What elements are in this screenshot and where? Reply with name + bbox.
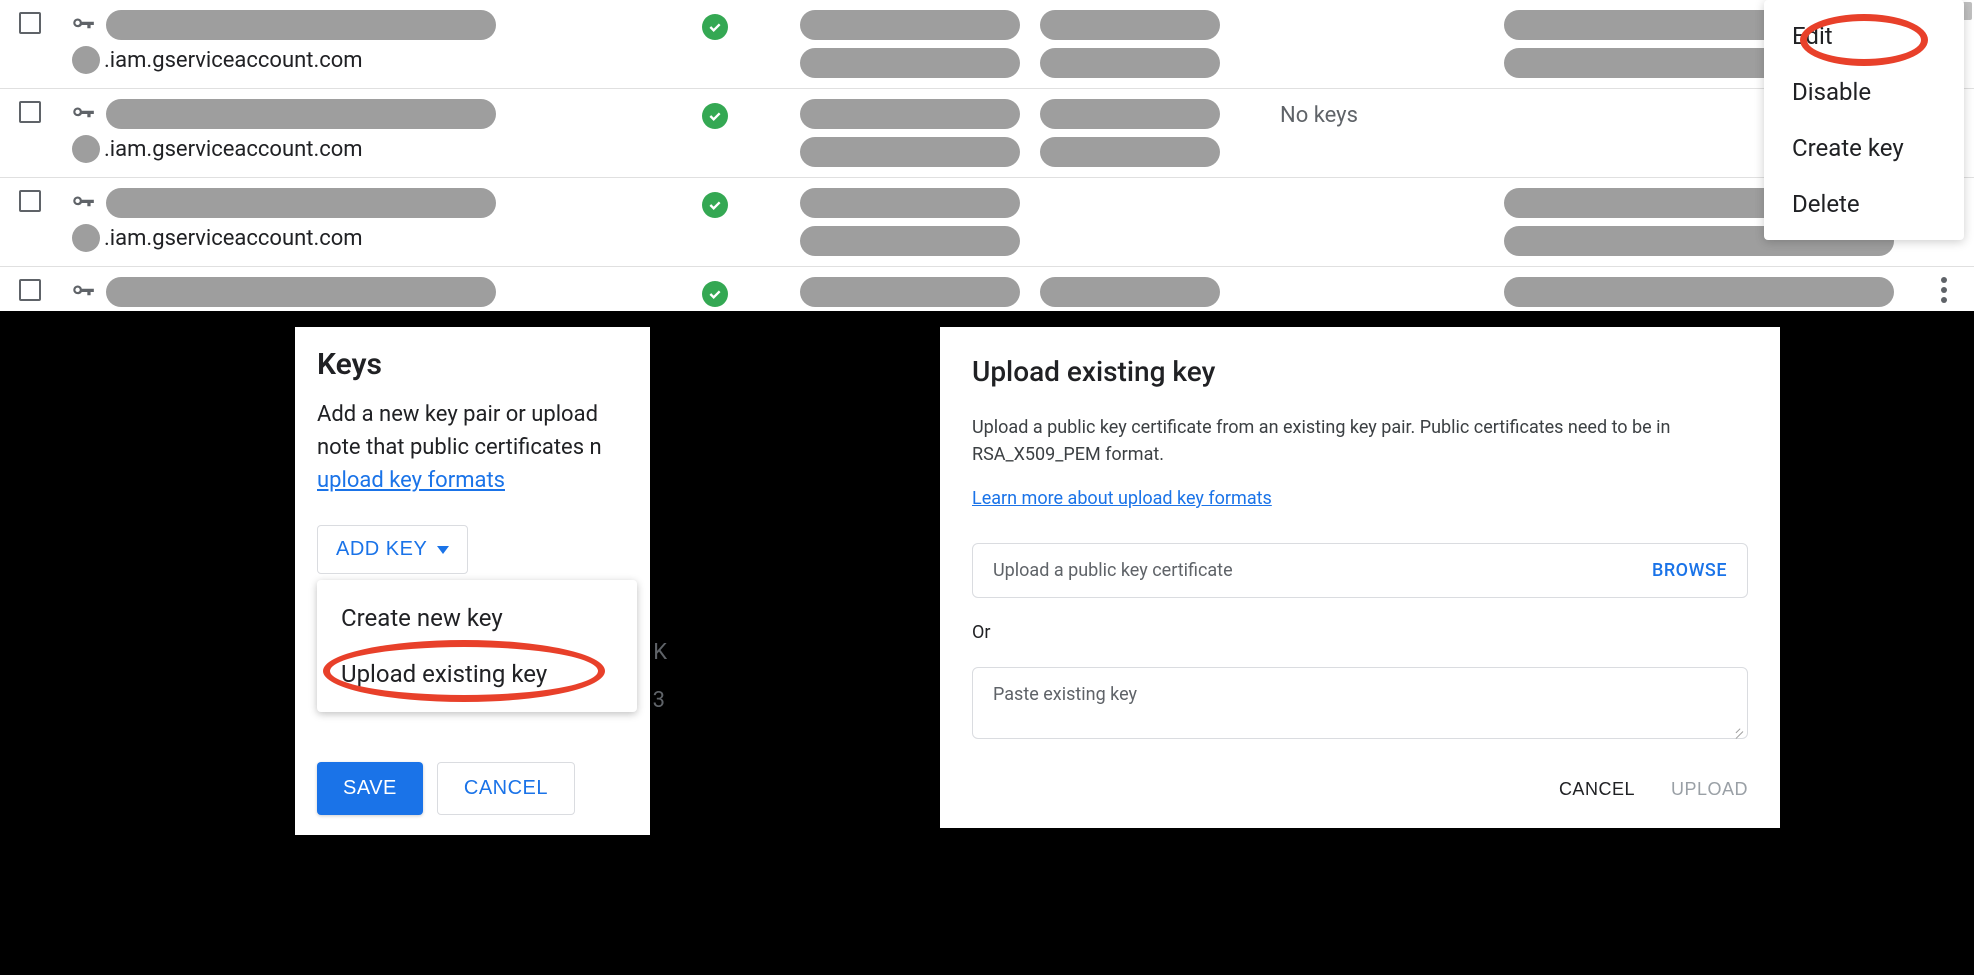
row-checkbox[interactable] (19, 12, 41, 34)
redacted-prefix (72, 135, 100, 163)
upload-certificate-field[interactable]: Upload a public key certificate BROWSE (972, 543, 1748, 598)
redacted-cell (1040, 137, 1220, 167)
row-checkbox[interactable] (19, 279, 41, 301)
add-key-button[interactable]: ADD KEY (317, 525, 468, 574)
save-button[interactable]: SAVE (317, 762, 423, 815)
table-row (0, 267, 1974, 311)
redacted-name (106, 10, 496, 40)
paste-placeholder: Paste existing key (993, 684, 1137, 705)
keys-cell (1230, 188, 1494, 192)
redacted-cell (800, 188, 1020, 218)
menu-item-disable[interactable]: Disable (1764, 64, 1964, 120)
add-key-label: ADD KEY (336, 538, 427, 561)
dialog-cancel-button[interactable]: CANCEL (1559, 779, 1635, 800)
table-row: .iam.gserviceaccount.com No keys (0, 89, 1974, 178)
dropdown-triangle-icon (437, 546, 449, 554)
redacted-name (106, 99, 496, 129)
upload-key-formats-link[interactable]: upload key formats (317, 468, 505, 493)
paste-existing-key-textarea[interactable]: Paste existing key (972, 667, 1748, 739)
keys-cell (1230, 277, 1494, 281)
upload-existing-key-dialog: Upload existing key Upload a public key … (940, 327, 1780, 828)
service-accounts-table: .iam.gserviceaccount.com .iam.gser (0, 0, 1974, 311)
resize-handle-icon[interactable] (1731, 722, 1743, 734)
menu-item-delete[interactable]: Delete (1764, 176, 1964, 232)
redacted-name (106, 188, 496, 218)
browse-button[interactable]: BROWSE (1652, 560, 1727, 581)
service-account-icon (70, 193, 96, 213)
menu-item-create-key[interactable]: Create key (1764, 120, 1964, 176)
email-suffix: .iam.gserviceaccount.com (104, 226, 363, 251)
upload-placeholder: Upload a public key certificate (993, 560, 1233, 581)
service-account-icon (70, 282, 96, 302)
status-enabled-icon (702, 14, 728, 40)
add-key-dropdown: K 3 Create new key Upload existing key (317, 580, 637, 712)
redacted-name (106, 277, 496, 307)
table-row: .iam.gserviceaccount.com (0, 178, 1974, 267)
row-context-menu: Edit Disable Create key Delete (1764, 0, 1964, 240)
dialog-upload-button[interactable]: UPLOAD (1671, 779, 1748, 800)
obscured-text: 3 (653, 688, 665, 713)
email-suffix: .iam.gserviceaccount.com (104, 137, 363, 162)
dialog-title: Upload existing key (972, 355, 1748, 388)
redacted-cell (800, 137, 1020, 167)
status-enabled-icon (702, 192, 728, 218)
redacted-cell (800, 48, 1020, 78)
redacted-prefix (72, 224, 100, 252)
redacted-prefix (72, 46, 100, 74)
keys-cell (1230, 10, 1494, 14)
redacted-cell (800, 226, 1020, 256)
redacted-cell (1040, 48, 1220, 78)
redacted-cell (1040, 99, 1220, 129)
cancel-button[interactable]: CANCEL (437, 762, 575, 815)
keys-panel: Keys Add a new key pair or upload note t… (295, 327, 650, 835)
learn-more-link[interactable]: Learn more about upload key formats (972, 488, 1272, 509)
or-separator: Or (972, 622, 1748, 643)
email-suffix: .iam.gserviceaccount.com (104, 48, 363, 73)
menu-item-label: Edit (1792, 22, 1833, 50)
keys-cell: No keys (1230, 99, 1494, 128)
redacted-cell (800, 10, 1020, 40)
service-account-icon (70, 104, 96, 124)
dialog-description: Upload a public key certificate from an … (972, 414, 1748, 468)
row-checkbox[interactable] (19, 101, 41, 123)
redacted-cell (1040, 277, 1220, 307)
keys-title: Keys (317, 347, 628, 382)
status-enabled-icon (702, 103, 728, 129)
redacted-cell (800, 99, 1020, 129)
menu-item-edit[interactable]: Edit (1764, 8, 1964, 64)
keys-description: Add a new key pair or upload note that p… (317, 398, 628, 497)
service-account-icon (70, 15, 96, 35)
row-checkbox[interactable] (19, 190, 41, 212)
dropdown-upload-existing-key[interactable]: Upload existing key (317, 646, 637, 702)
table-row: .iam.gserviceaccount.com (0, 0, 1974, 89)
dropdown-create-new-key[interactable]: Create new key (317, 590, 637, 646)
redacted-cell (1504, 277, 1894, 307)
redacted-cell (800, 277, 1020, 307)
redacted-cell (1040, 10, 1220, 40)
status-enabled-icon (702, 281, 728, 307)
more-actions-icon[interactable] (1941, 277, 1947, 303)
obscured-text: K (653, 640, 667, 665)
